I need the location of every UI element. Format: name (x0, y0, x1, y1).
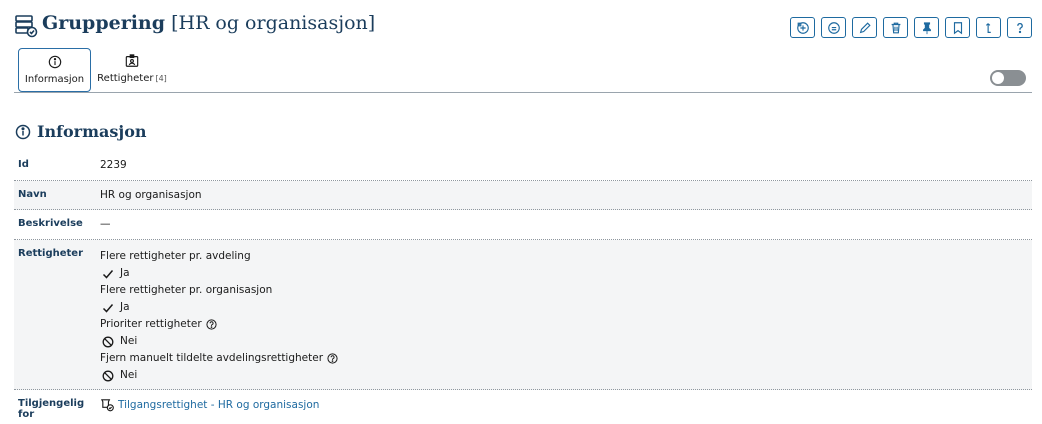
field-label: Tilgjengelig for (18, 398, 85, 420)
export-button[interactable] (976, 17, 1001, 38)
field-row-beskrivelse: Beskrivelse — (14, 210, 1032, 240)
edit-icon (859, 21, 871, 33)
copy-button[interactable] (821, 17, 846, 38)
section-title-text: Informasjon (37, 122, 147, 141)
edit-button[interactable] (852, 17, 877, 38)
add-button[interactable] (790, 17, 815, 38)
permission-item: Fjern manuelt tildelte avdelingsrettighe… (100, 350, 1032, 367)
toolbar (790, 17, 1032, 38)
copy-circle-icon (827, 21, 840, 34)
pin-button[interactable] (914, 17, 939, 38)
field-value: 2239 (100, 159, 127, 171)
access-right-link-text: Tilgangsrettighet - HR og organisasjon (118, 399, 320, 411)
export-icon (985, 22, 991, 33)
check-icon (102, 269, 114, 279)
page-title-name: [HR og organisasjon] (171, 12, 376, 34)
permission-label: Flere rettigheter pr. avdeling (100, 250, 251, 262)
check-icon (102, 303, 114, 313)
permission-status: Ja (100, 299, 1032, 316)
tab-rettigheter[interactable]: Rettigheter [4] (96, 48, 168, 93)
permission-status-text: Nei (120, 335, 138, 347)
tab-informasjon-label: Informasjon (24, 74, 85, 85)
prohibited-icon (102, 370, 114, 381)
permission-item: Flere rettigheter pr. organisasjon (100, 282, 1032, 299)
permission-label: Fjern manuelt tildelte avdelingsrettighe… (100, 352, 324, 364)
section-title: Informasjon (15, 122, 147, 141)
field-row-rettigheter: Rettigheter Flere rettigheter pr. avdeli… (14, 240, 1032, 390)
page-header: Gruppering [HR og organisasjon] (14, 10, 1032, 42)
bookmark-button[interactable] (945, 17, 970, 38)
permission-status-text: Nei (120, 369, 138, 381)
prohibited-icon (102, 336, 114, 347)
permission-list: Flere rettigheter pr. avdeling Ja Flere … (100, 248, 1032, 389)
field-label: Id (18, 159, 29, 170)
add-circle-icon (796, 21, 809, 34)
permission-label: Prioriter rettigheter (100, 318, 202, 330)
bookmark-icon (953, 21, 962, 34)
field-row-tilgjengelig: Tilgjengelig for Tilgangsrettighet - HR … (14, 390, 1032, 420)
access-right-icon (100, 399, 114, 412)
info-icon (48, 55, 61, 69)
tab-rettigheter-label: Rettigheter (97, 73, 154, 84)
field-label: Beskrivelse (18, 218, 83, 229)
tab-informasjon[interactable]: Informasjon (18, 48, 91, 92)
delete-icon (891, 22, 900, 33)
help-circle-icon[interactable] (206, 319, 217, 330)
permission-status: Nei (100, 333, 1032, 350)
permission-status-text: Ja (120, 267, 130, 279)
page-title: Gruppering [HR og organisasjon] (42, 12, 375, 34)
field-row-navn: Navn HR og organisasjon (14, 181, 1032, 210)
permission-label: Flere rettigheter pr. organisasjon (100, 284, 273, 296)
delete-button[interactable] (883, 17, 908, 38)
permission-status: Ja (100, 265, 1032, 282)
permission-status-text: Ja (120, 301, 130, 313)
pin-icon (922, 21, 931, 34)
access-right-link[interactable]: Tilgangsrettighet - HR og organisasjon (100, 398, 1032, 412)
info-icon (15, 124, 31, 139)
field-label: Rettigheter (18, 248, 84, 259)
permission-item: Prioriter rettigheter (100, 316, 1032, 333)
permission-item: Flere rettigheter pr. avdeling (100, 248, 1032, 265)
id-badge-icon (125, 54, 139, 67)
field-label: Navn (18, 189, 47, 200)
field-row-id: Id 2239 (14, 151, 1032, 181)
tab-bar: Informasjon Rettigheter [4] (14, 48, 1032, 93)
toggle-knob (992, 72, 1004, 84)
grouping-icon (14, 14, 38, 38)
permission-status: Nei (100, 367, 1032, 384)
page-title-type: Gruppering (42, 12, 166, 34)
field-value: — (100, 218, 111, 230)
info-table: Id 2239 Navn HR og organisasjon Beskrive… (14, 151, 1032, 420)
tab-rettigheter-count: [4] (155, 74, 167, 83)
field-value: HR og organisasjon (100, 189, 202, 201)
help-icon (1016, 22, 1023, 33)
help-button[interactable] (1007, 17, 1032, 38)
help-circle-icon[interactable] (327, 353, 338, 364)
view-toggle[interactable] (990, 70, 1026, 86)
